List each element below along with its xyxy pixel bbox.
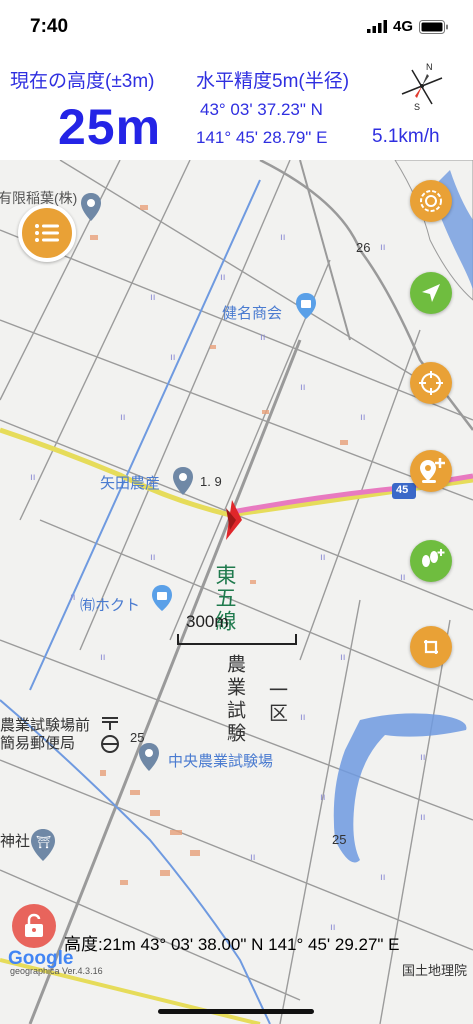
- svg-text:ıı: ıı: [260, 332, 266, 343]
- poi-kenmei-label[interactable]: 健名商会: [222, 302, 282, 323]
- svg-text:ıı: ıı: [30, 472, 36, 483]
- map-pin-icon[interactable]: [80, 192, 102, 222]
- accuracy-label: 水平精度5m(半径): [196, 71, 350, 92]
- svg-text:⛩: ⛩: [36, 835, 51, 849]
- svg-text:ıı: ıı: [340, 652, 346, 663]
- map-pin-icon[interactable]: [138, 742, 160, 772]
- swirl-icon: [420, 190, 442, 212]
- svg-text:ıı: ıı: [300, 712, 306, 723]
- route-number: 45: [396, 484, 409, 496]
- gsi-credit: 国土地理院: [401, 964, 467, 979]
- poi-hokuto-label[interactable]: ㈲ホクト: [80, 594, 140, 615]
- shop-pin-icon[interactable]: [294, 292, 318, 320]
- area-label-nogyo-shiken: 農業試験: [224, 654, 246, 746]
- svg-text:ıı: ıı: [150, 292, 156, 303]
- battery-icon: [419, 19, 448, 34]
- svg-text:ıı: ıı: [280, 232, 286, 243]
- gps-info-panel: 現在の高度(±3m) 25m 水平精度5m(半径) 43° 03' 37.23"…: [0, 56, 473, 160]
- shrine-pin-icon[interactable]: ⛩: [30, 828, 56, 862]
- speed-value: 5.1km/h: [372, 126, 440, 147]
- svg-text:ıı: ıı: [150, 552, 156, 563]
- shop-pin-icon[interactable]: [150, 584, 174, 612]
- crosshair-icon: [419, 371, 443, 395]
- signal-icon: [366, 20, 387, 33]
- svg-text:ıı: ıı: [360, 412, 366, 423]
- footprint-icon: [422, 549, 445, 567]
- svg-text:ıı: ıı: [300, 382, 306, 393]
- svg-text:ıı: ıı: [420, 752, 426, 763]
- map-style-button[interactable]: [410, 180, 452, 222]
- svg-text:ıı: ıı: [420, 812, 426, 823]
- map-pin-icon[interactable]: [172, 466, 194, 496]
- menu-button[interactable]: [18, 204, 76, 262]
- elevation-mark: 25: [332, 832, 347, 847]
- area-label-ichiku: 一区: [266, 680, 288, 726]
- svg-text:ıı: ıı: [220, 272, 226, 283]
- status-time: 7:40: [30, 16, 69, 37]
- compass-north: N: [426, 62, 433, 72]
- svg-text:ıı: ıı: [380, 242, 386, 253]
- list-icon: [35, 224, 59, 242]
- svg-text:ıı: ıı: [250, 852, 256, 863]
- post-office-icon: [101, 717, 119, 753]
- svg-text:ıı: ıı: [380, 872, 386, 883]
- footprints-button[interactable]: [410, 540, 452, 582]
- poi-yada-label[interactable]: 矢田農産: [100, 472, 160, 493]
- altitude-label: 現在の高度(±3m): [10, 71, 155, 92]
- longitude-value: 141° 45' 28.79" E: [196, 128, 328, 147]
- poi-experiment-station-label[interactable]: 中央農業試験場: [168, 750, 273, 771]
- compass-south: S: [414, 102, 420, 112]
- svg-text:ıı: ıı: [120, 412, 126, 423]
- scale-label: 300m: [186, 612, 229, 631]
- svg-text:ıı: ıı: [320, 792, 326, 803]
- map-view[interactable]: ıı ıı ıı ıı ıı ıı ıı ıı ıı ıı ıı ıı ıı ıı ıı ıı ıı ı…: [0, 160, 473, 1024]
- post-office-label-2: 簡易郵便局: [0, 735, 76, 752]
- rotate-icon: [424, 640, 438, 654]
- svg-text:ıı: ıı: [100, 652, 106, 663]
- lock-button[interactable]: [12, 904, 56, 948]
- elevation-mark: 26: [356, 240, 371, 255]
- home-indicator[interactable]: [158, 1009, 314, 1014]
- altitude-value: 25m: [58, 99, 162, 155]
- shrine-label: 神社: [0, 833, 31, 850]
- svg-text:ıı: ıı: [400, 572, 406, 583]
- elevation-mark: 1. 9: [200, 474, 222, 489]
- arrow-icon: [422, 284, 440, 302]
- bottom-coordinates: 高度:21m 43° 03' 38.00" N 141° 45' 29.27" …: [64, 935, 400, 954]
- svg-text:ıı: ıı: [70, 592, 76, 603]
- svg-text:ıı: ıı: [170, 352, 176, 363]
- compass-icon[interactable]: N S: [396, 58, 448, 114]
- add-pin-icon: [420, 458, 445, 483]
- app-version-label: geographica Ver.4.3.16: [10, 966, 103, 976]
- network-label: 4G: [392, 18, 413, 35]
- navigate-button[interactable]: [410, 272, 452, 314]
- status-bar: 7:40 4G: [0, 0, 473, 56]
- locate-button[interactable]: [410, 362, 452, 404]
- unlock-icon: [25, 913, 43, 937]
- rotate-button[interactable]: [410, 626, 452, 668]
- status-indicators: 4G: [366, 18, 449, 35]
- svg-text:ıı: ıı: [320, 552, 326, 563]
- latitude-value: 43° 03' 37.23" N: [200, 100, 323, 119]
- add-place-button[interactable]: [410, 450, 452, 492]
